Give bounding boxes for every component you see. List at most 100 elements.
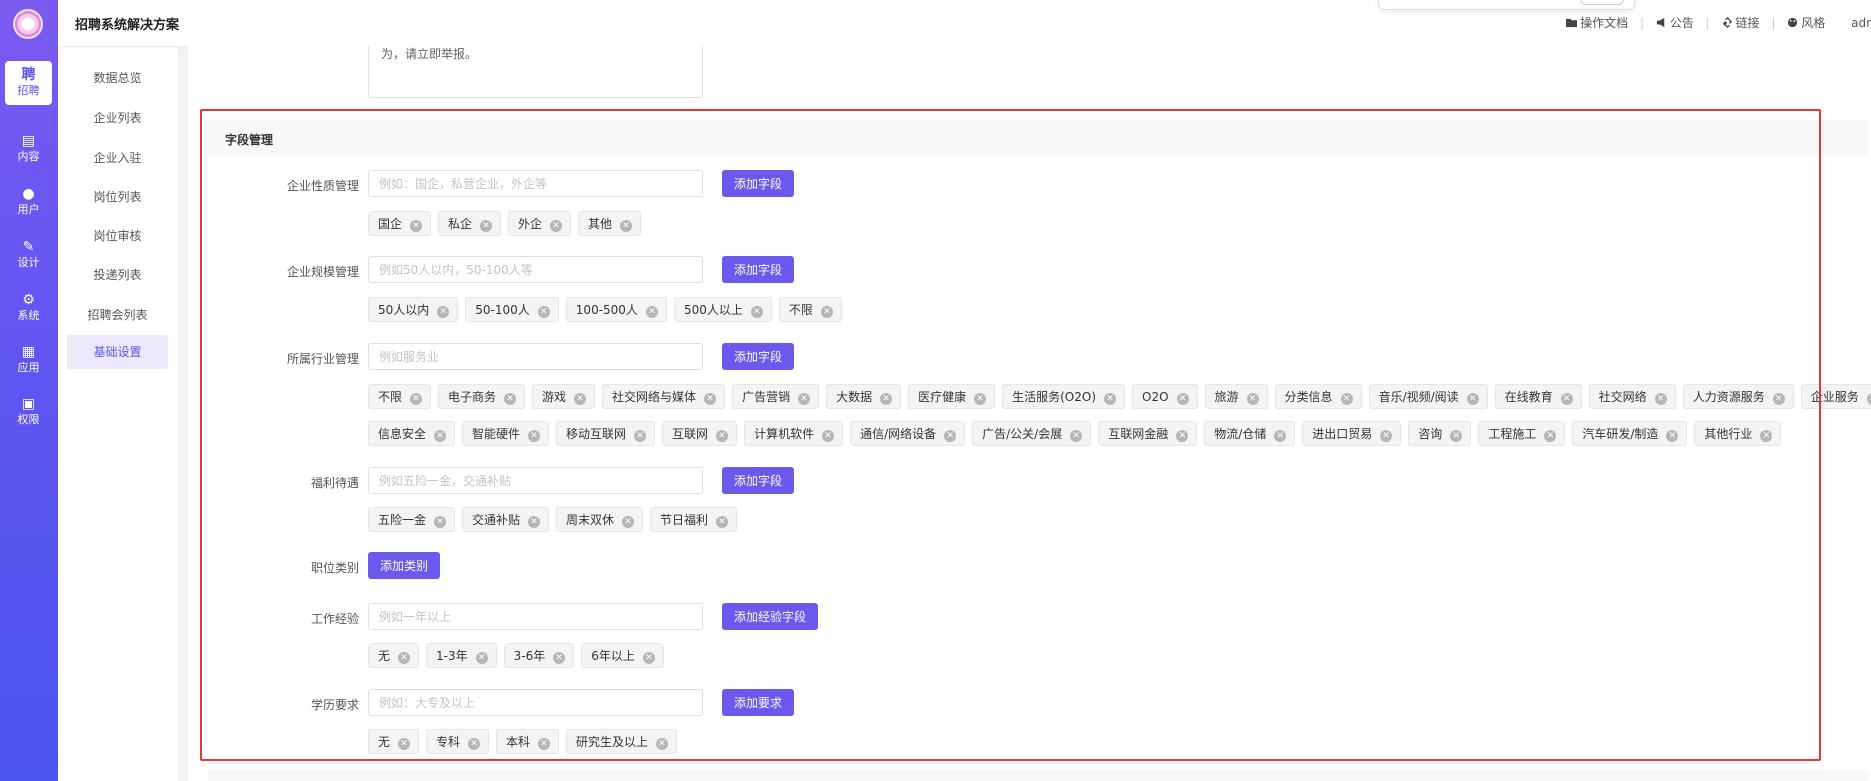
tag-close-icon[interactable]: ✕ xyxy=(656,738,669,750)
tag-close-icon[interactable]: ✕ xyxy=(1246,393,1259,405)
tag-label: 1-3年 xyxy=(436,649,468,663)
tag-close-icon[interactable]: ✕ xyxy=(1274,430,1287,442)
tag-close-icon[interactable]: ✕ xyxy=(434,516,447,528)
tag-label: 音乐/视频/阅读 xyxy=(1378,390,1459,404)
tag-close-icon[interactable]: ✕ xyxy=(437,306,450,318)
style-link[interactable]: 风格 xyxy=(1787,16,1829,30)
rail-item-1[interactable]: ▤ 内容 xyxy=(5,127,52,171)
tag-close-icon[interactable]: ✕ xyxy=(1666,430,1679,442)
tag-close-icon[interactable]: ✕ xyxy=(642,652,655,664)
tag-close-icon[interactable]: ✕ xyxy=(398,738,411,750)
tag-close-icon[interactable]: ✕ xyxy=(974,393,987,405)
subnav-item-4[interactable]: 岗位审核 xyxy=(67,219,168,253)
rail-item-3[interactable]: ✎ 设计 xyxy=(5,233,52,277)
tag-close-icon[interactable]: ✕ xyxy=(1104,393,1116,405)
tag-close-icon[interactable]: ✕ xyxy=(620,220,633,232)
subnav-item-7[interactable]: 基础设置 xyxy=(67,335,168,369)
tag-close-icon[interactable]: ✕ xyxy=(1380,430,1393,442)
add-category-button[interactable]: 添加类别 xyxy=(368,552,441,579)
tag: 游戏 ✕ xyxy=(532,384,596,409)
notice-link[interactable]: 公告 xyxy=(1656,16,1698,30)
tag-close-icon[interactable]: ✕ xyxy=(822,430,835,442)
subnav-item-2[interactable]: 企业入驻 xyxy=(67,141,168,175)
tag-close-icon[interactable]: ✕ xyxy=(468,738,481,750)
tag-close-icon[interactable]: ✕ xyxy=(716,516,729,528)
tag-close-icon[interactable]: ✕ xyxy=(716,430,729,442)
tag-close-icon[interactable]: ✕ xyxy=(1560,393,1573,405)
subnav-item-0[interactable]: 数据总览 xyxy=(67,61,168,95)
tag-close-icon[interactable]: ✕ xyxy=(880,393,893,405)
tag-close-icon[interactable]: ✕ xyxy=(1450,430,1463,442)
description-textarea[interactable]: 为，请立即举报。 xyxy=(368,46,703,98)
tag: 工程施工 ✕ xyxy=(1478,421,1566,446)
rail-item-6[interactable]: ▣ 权限 xyxy=(5,390,52,434)
subnav-item-1[interactable]: 企业列表 xyxy=(67,101,168,135)
tag-close-icon[interactable]: ✕ xyxy=(1176,393,1189,405)
add-industry-button[interactable]: 添加字段 xyxy=(722,343,795,370)
subnav-item-3[interactable]: 岗位列表 xyxy=(67,180,168,214)
tag: 分类信息 ✕ xyxy=(1274,384,1362,409)
tag-label: 500人以上 xyxy=(683,303,743,317)
tag-close-icon[interactable]: ✕ xyxy=(820,306,833,318)
tag-close-icon[interactable]: ✕ xyxy=(1544,430,1557,442)
tag-close-icon[interactable]: ✕ xyxy=(550,220,563,232)
nature-input[interactable] xyxy=(368,170,703,197)
tag: 计算机软件 ✕ xyxy=(744,421,844,446)
add-welfare-button[interactable]: 添加字段 xyxy=(722,467,795,494)
subnav-item-5[interactable]: 投递列表 xyxy=(67,258,168,292)
education-input[interactable] xyxy=(368,689,703,716)
tag-close-icon[interactable]: ✕ xyxy=(1866,393,1871,405)
tag-close-icon[interactable]: ✕ xyxy=(434,430,447,442)
tag-close-icon[interactable]: ✕ xyxy=(537,306,550,318)
tag-close-icon[interactable]: ✕ xyxy=(504,393,517,405)
add-education-button[interactable]: 添加要求 xyxy=(722,689,795,716)
tag-close-icon[interactable]: ✕ xyxy=(398,652,411,664)
docs-link[interactable]: 操作文档 xyxy=(1566,16,1632,30)
tag-close-icon[interactable]: ✕ xyxy=(1760,430,1773,442)
tag-close-icon[interactable]: ✕ xyxy=(622,516,635,528)
add-experience-button[interactable]: 添加经验字段 xyxy=(722,603,819,630)
links-link[interactable]: 链接 xyxy=(1722,16,1764,30)
tag-close-icon[interactable]: ✕ xyxy=(1176,430,1189,442)
tag-close-icon[interactable]: ✕ xyxy=(480,220,493,232)
subnav-item-6[interactable]: 招聘会列表 xyxy=(67,298,168,332)
tag: 互联网金融 ✕ xyxy=(1098,421,1198,446)
add-scale-button[interactable]: 添加字段 xyxy=(722,256,795,283)
rail-item-5[interactable]: ▦ 应用 xyxy=(5,338,52,382)
tag-close-icon[interactable]: ✕ xyxy=(410,220,423,232)
tag-close-icon[interactable]: ✕ xyxy=(1654,393,1667,405)
rail-item-4[interactable]: ⚙ 系统 xyxy=(5,286,52,330)
user-menu[interactable]: adr xyxy=(1851,16,1871,30)
experience-input[interactable] xyxy=(368,603,703,630)
tag-close-icon[interactable]: ✕ xyxy=(645,306,658,318)
welfare-input[interactable] xyxy=(368,467,703,494)
tag-close-icon[interactable]: ✕ xyxy=(1070,430,1083,442)
tag-close-icon[interactable]: ✕ xyxy=(528,430,541,442)
tag-close-icon[interactable]: ✕ xyxy=(1466,393,1479,405)
tag-close-icon[interactable]: ✕ xyxy=(634,430,647,442)
industry-label: 所属行业管理 xyxy=(286,352,359,366)
tag-close-icon[interactable]: ✕ xyxy=(574,393,587,405)
tag-close-icon[interactable]: ✕ xyxy=(538,738,551,750)
tag-close-icon[interactable]: ✕ xyxy=(944,430,957,442)
tag-close-icon[interactable]: ✕ xyxy=(410,393,423,405)
tag-label: 交通补贴 xyxy=(472,513,521,527)
tag-close-icon[interactable]: ✕ xyxy=(475,652,488,664)
tag-close-icon[interactable]: ✕ xyxy=(750,306,763,318)
tag-close-icon[interactable]: ✕ xyxy=(704,393,717,405)
tag-label: 智能硬件 xyxy=(472,427,521,441)
tag-label: 信息安全 xyxy=(378,427,427,441)
tag-close-icon[interactable]: ✕ xyxy=(528,516,541,528)
tag-close-icon[interactable]: ✕ xyxy=(798,393,811,405)
tag-close-icon[interactable]: ✕ xyxy=(553,652,566,664)
link-icon xyxy=(1722,17,1732,28)
industry-input[interactable] xyxy=(368,343,703,370)
rail-item-2[interactable]: ● 用户 xyxy=(5,180,52,224)
tag-label: 移动互联网 xyxy=(566,427,627,441)
scale-input[interactable] xyxy=(368,256,703,283)
tag-close-icon[interactable]: ✕ xyxy=(1340,393,1353,405)
tag-close-icon[interactable]: ✕ xyxy=(1772,393,1785,405)
rail-item-0[interactable]: 聘招聘 xyxy=(5,61,52,105)
add-nature-button[interactable]: 添加字段 xyxy=(722,170,795,197)
tag: 国企 ✕ xyxy=(368,211,432,236)
